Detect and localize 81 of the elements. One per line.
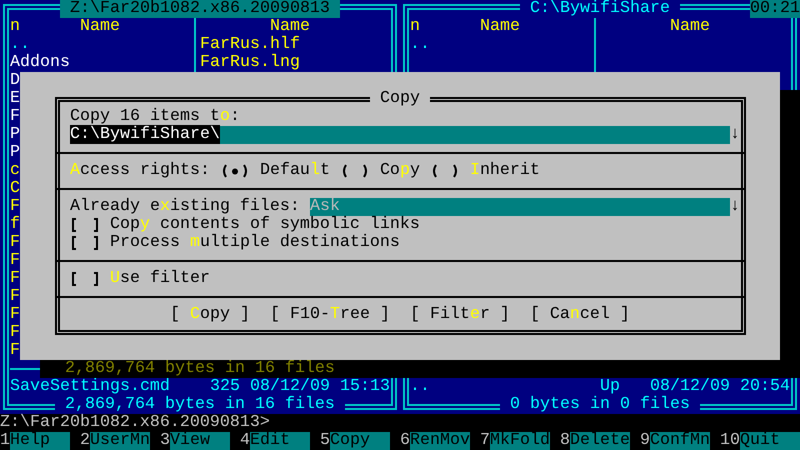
parent-dir[interactable]: .. (410, 36, 430, 54)
column-header[interactable]: n (410, 18, 420, 36)
file-name: .. (410, 378, 430, 396)
file-name[interactable]: F (10, 108, 20, 126)
checkbox[interactable] (70, 216, 100, 234)
command-prompt[interactable]: Z:\Far20b1082.x86.20090813> (0, 414, 270, 432)
file-name[interactable]: F (10, 306, 20, 324)
file-name[interactable]: FarRus.hlf (200, 36, 300, 54)
file-name[interactable]: F (10, 342, 20, 360)
function-key[interactable]: ConfMn (650, 432, 710, 450)
file-name[interactable]: P (10, 144, 20, 162)
radio-label[interactable]: Copy (380, 162, 420, 180)
file-name: SaveSettings.cmd (10, 378, 170, 396)
file-name[interactable]: F (10, 324, 20, 342)
file-name[interactable]: Addons (10, 54, 70, 72)
function-key[interactable]: Help (10, 432, 70, 450)
key-number: 8 (560, 432, 570, 450)
destination-label: Copy 16 items to: (70, 108, 240, 126)
column-header[interactable]: Name (270, 18, 310, 36)
function-key[interactable]: UserMn (90, 432, 150, 450)
function-key[interactable]: Delete (570, 432, 630, 450)
file-name[interactable]: D (10, 72, 20, 90)
dialog-title: Copy (370, 90, 430, 108)
file-name[interactable]: C (10, 180, 20, 198)
file-name[interactable]: F (10, 234, 20, 252)
radio-label[interactable]: Default (260, 162, 330, 180)
function-key[interactable]: View (170, 432, 230, 450)
panel-totals: 2,869,764 bytes in 16 files (55, 396, 345, 414)
checkbox-label[interactable]: Process multiple destinations (110, 234, 400, 252)
clock: 00:21 (750, 0, 800, 18)
key-number: 10 (720, 432, 740, 450)
function-key[interactable]: Edit (250, 432, 310, 450)
file-name[interactable]: E (10, 90, 20, 108)
access-rights-label: Access rights: (70, 162, 210, 180)
column-header[interactable]: Name (480, 18, 520, 36)
file-name[interactable]: c (10, 162, 20, 180)
key-number: 7 (480, 432, 490, 450)
dialog-button[interactable]: [ F10-Tree ] (270, 306, 390, 324)
file-name[interactable]: F (10, 252, 20, 270)
radio-label[interactable]: Inherit (470, 162, 540, 180)
parent-dir[interactable]: .. (10, 36, 30, 54)
file-date: 08/12/09 (250, 378, 330, 396)
destination-field[interactable]: C:\BywifiShare\ (70, 126, 730, 144)
file-name[interactable]: F (10, 198, 20, 216)
selection-summary: 2,869,764 bytes in 16 files (64, 360, 336, 378)
key-number: 5 (320, 432, 330, 450)
file-size: 325 (210, 378, 240, 396)
file-name[interactable]: FarRus.lng (200, 54, 300, 72)
key-number: 3 (160, 432, 170, 450)
function-key[interactable]: Copy (330, 432, 390, 450)
dialog-button[interactable]: [ Copy ] (170, 306, 250, 324)
key-number: 9 (640, 432, 650, 450)
checkbox[interactable] (70, 234, 100, 252)
function-key[interactable]: Quit (740, 432, 800, 450)
dialog-button[interactable]: [ Cancel ] (530, 306, 630, 324)
file-name[interactable]: f (10, 216, 20, 234)
file-time: 15:13 (340, 378, 390, 396)
checkbox-label[interactable]: Copy contents of symbolic links (110, 216, 420, 234)
panel-path: Z:\Far20b1082.x86.20090813 (60, 0, 340, 18)
function-key[interactable]: RenMov (410, 432, 470, 450)
file-date: 08/12/09 (650, 378, 730, 396)
checkbox[interactable] (70, 270, 100, 288)
file-time: 20:54 (740, 378, 790, 396)
column-header[interactable]: n (10, 18, 20, 36)
column-header[interactable]: Name (80, 18, 120, 36)
file-name[interactable]: F (10, 270, 20, 288)
dialog-button[interactable]: [ Filter ] (410, 306, 510, 324)
column-header[interactable]: Name (670, 18, 710, 36)
function-key[interactable]: MkFold (490, 432, 550, 450)
panel-path: C:\BywifiShare (520, 0, 680, 18)
file-size: Up (600, 378, 620, 396)
key-number: 1 (0, 432, 10, 450)
existing-files-label: Already existing files: (70, 198, 300, 216)
checkbox-label[interactable]: Use filter (110, 270, 210, 288)
key-number: 4 (240, 432, 250, 450)
key-number: 2 (80, 432, 90, 450)
panel-totals: 0 bytes in 0 files (500, 396, 700, 414)
history-arrow[interactable]: ↓ (730, 126, 740, 144)
key-number: 6 (400, 432, 410, 450)
file-name[interactable]: F (10, 288, 20, 306)
file-name[interactable]: P (10, 126, 20, 144)
